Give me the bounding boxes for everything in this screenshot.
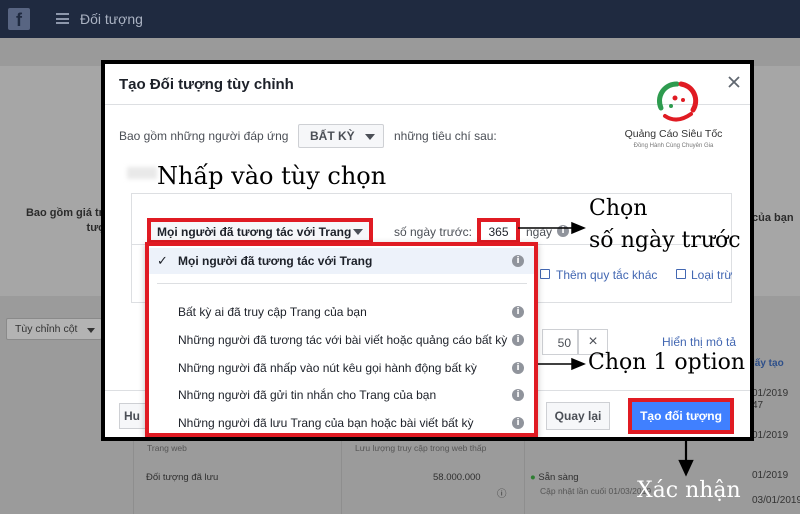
menu-item[interactable]: Những người đã lưu Trang của bạn hoặc bà… [149, 410, 534, 436]
table-cell-size: 58.000.000 [433, 472, 481, 483]
chevron-down-icon [87, 328, 95, 333]
brand-tagline: Đồng Hành Cùng Chuyên Gia [633, 143, 714, 149]
dialog-title: Tạo Đối tượng tùy chỉnh [119, 76, 294, 93]
info-icon[interactable]: i [512, 389, 524, 401]
top-bar: f Đối tượng [0, 0, 800, 38]
show-description-link[interactable]: Hiển thị mô tả [662, 335, 736, 349]
table-cell-date: 01/2019 [752, 388, 789, 399]
annotation-click-option: Nhấp vào tùy chọn [157, 162, 387, 190]
status-description: Cập nhật lần cuối 01/03/2019 [540, 486, 652, 496]
status-badge: ● Sẵn sàng [530, 472, 579, 483]
criteria-label: những tiêu chí sau: [394, 129, 497, 143]
table-cell-date: 01/2019 [752, 470, 789, 481]
days-unit-label: ngày [526, 225, 553, 239]
status-dot-icon: ● [530, 472, 536, 483]
table-divider [133, 441, 134, 514]
audience-limit-input[interactable]: 50 [542, 329, 578, 355]
audience-type-dropdown[interactable]: Mọi người đã tương tác với Trang [147, 218, 373, 244]
brand-logo: Quảng Cáo Siêu Tốc Đồng Hành Cùng Chuyên… [611, 78, 736, 158]
days-label: số ngày trước: [394, 225, 472, 239]
add-rule-label: Thêm quy tắc khác [556, 268, 658, 282]
back-button[interactable]: Quay lại [546, 402, 610, 430]
menu-item[interactable]: Những người đã nhấp vào nút kêu gọi hành… [149, 355, 534, 381]
audience-type-menu: ✓ Mọi người đã tương tác với Trang i Bất… [145, 242, 538, 437]
audience-type-value: Mọi người đã tương tác với Trang [157, 225, 352, 239]
brand-logo-mark-icon [657, 81, 699, 122]
chevron-down-icon [353, 229, 363, 235]
table-cell-date: 03/01/2019 [752, 495, 800, 506]
info-icon[interactable]: i [512, 255, 524, 267]
status-text: Sẵn sàng [538, 472, 579, 483]
menu-separator [157, 283, 527, 284]
table-cell-type: Đối tượng đã lưu [146, 472, 219, 483]
table-divider [524, 441, 525, 514]
match-any-dropdown[interactable]: BẤT KỲ [298, 124, 384, 148]
copy-icon [676, 269, 686, 279]
info-icon[interactable]: i [512, 306, 524, 318]
include-label: Bao gồm những người đáp ứng [119, 129, 289, 143]
background-row-label: Bao gồm giá trị tượ [25, 207, 106, 234]
menu-item[interactable]: Những người đã gửi tin nhắn cho Trang củ… [149, 382, 534, 408]
exclude-label: Loại trừ [691, 268, 733, 282]
info-icon[interactable]: i [512, 362, 524, 374]
checkmark-icon: ✓ [157, 253, 168, 268]
exclude-link[interactable]: Loại trừ [676, 268, 732, 282]
info-icon[interactable]: i [512, 417, 524, 429]
annotation-choose-days: Chọn [589, 196, 648, 221]
match-any-value: BẤT KỲ [310, 129, 355, 143]
menu-item-label: Bất kỳ ai đã truy cập Trang của bạn [178, 305, 367, 319]
customize-columns-label: Tùy chỉnh cột [15, 323, 78, 335]
menu-item[interactable]: Bất kỳ ai đã truy cập Trang của bạn i [149, 299, 534, 325]
menu-item-label: Những người đã gửi tin nhắn cho Trang củ… [178, 388, 437, 402]
table-divider [341, 441, 342, 514]
create-audience-button[interactable]: Tạo đối tượng [628, 398, 734, 434]
background-row-label-right: của bạn [752, 212, 794, 224]
menu-item[interactable]: ✓ Mọi người đã tương tác với Trang i [149, 248, 534, 274]
table-cell-type: Trang web [147, 443, 187, 453]
menu-item[interactable]: Những người đã tương tác với bài viết ho… [149, 327, 534, 353]
menu-item-label: Những người đã lưu Trang của bạn hoặc bà… [178, 416, 474, 430]
copy-icon [540, 269, 550, 279]
page-title: Đối tượng [80, 11, 143, 27]
customize-columns-button[interactable]: Tùy chỉnh cột [6, 318, 102, 340]
chevron-down-icon [365, 134, 375, 140]
table-column-header[interactable]: lấy tạo [752, 358, 784, 369]
info-icon[interactable]: ⓘ [497, 486, 507, 500]
menu-item-label: Những người đã tương tác với bài viết ho… [178, 333, 508, 347]
retention-days-input[interactable]: 365 [477, 218, 520, 244]
menu-item-label: Những người đã nhấp vào nút kêu gọi hành… [178, 361, 477, 375]
hamburger-menu-icon[interactable] [56, 13, 69, 24]
annotation-confirm: Xác nhận [637, 478, 741, 503]
add-rule-link[interactable]: Thêm quy tắc khác [540, 268, 657, 282]
table-cell-source: Lưu lượng truy cập trong web thấp [355, 443, 487, 453]
annotation-choose-option: Chọn 1 option [588, 350, 746, 375]
info-icon[interactable]: i [557, 225, 569, 237]
table-cell-date: 01/2019 [752, 430, 789, 441]
info-icon[interactable]: i [512, 334, 524, 346]
menu-item-label: Mọi người đã tương tác với Trang [178, 254, 373, 268]
annotation-choose-days-detail: số ngày trước [589, 228, 741, 253]
blurred-text [127, 167, 157, 179]
facebook-logo-icon[interactable]: f [8, 8, 30, 30]
brand-name: Quảng Cáo Siêu Tốc [624, 128, 723, 140]
